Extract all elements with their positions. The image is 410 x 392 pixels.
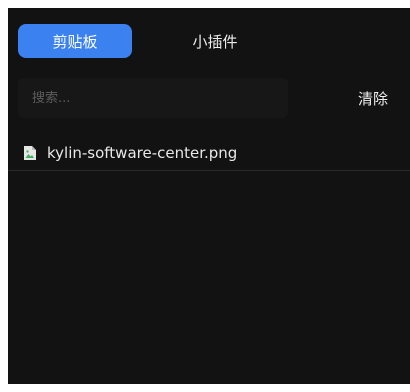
search-row: 清除: [18, 78, 402, 118]
tab-clipboard[interactable]: 剪贴板: [18, 24, 132, 58]
list-item[interactable]: kylin-software-center.png: [8, 136, 410, 171]
tab-bar: 剪贴板 小插件: [18, 24, 272, 58]
file-name: kylin-software-center.png: [47, 144, 238, 162]
image-file-icon: [23, 146, 36, 160]
clear-button[interactable]: 清除: [352, 87, 394, 110]
search-input[interactable]: [18, 78, 288, 118]
clipboard-panel: 剪贴板 小插件 清除 kylin-software-center.png: [8, 8, 410, 384]
clipboard-list: kylin-software-center.png: [8, 136, 410, 171]
tab-widgets[interactable]: 小插件: [158, 24, 272, 58]
